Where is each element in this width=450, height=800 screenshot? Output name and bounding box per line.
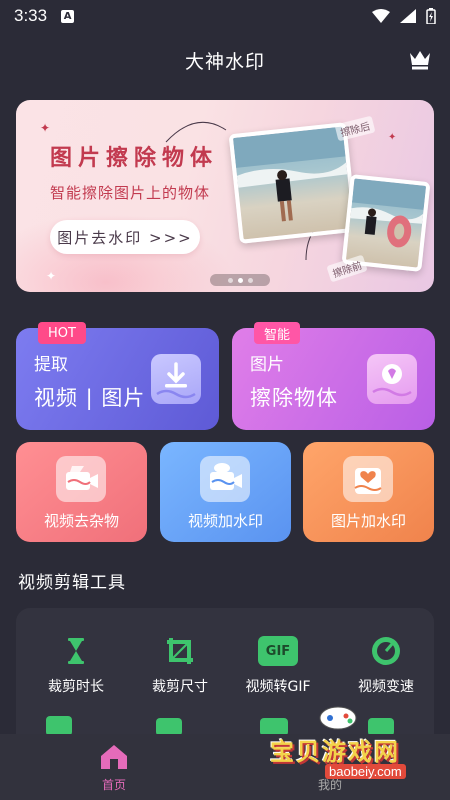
- tool-trim-duration[interactable]: 裁剪时长: [24, 636, 128, 696]
- section-title: 视频剪辑工具: [18, 573, 126, 593]
- watermark-url: baobeiy.com: [325, 764, 406, 779]
- carousel-dot[interactable]: [247, 277, 253, 283]
- notification-a-icon: A: [61, 9, 75, 23]
- carousel-dot[interactable]: [227, 277, 233, 283]
- heart-image-icon: [343, 456, 393, 502]
- speedometer-icon: [371, 636, 401, 666]
- video-remove-object-card[interactable]: 视频去杂物: [16, 442, 147, 542]
- wifi-icon: [372, 9, 390, 23]
- erase-object-card[interactable]: 智能 图片 擦除物体: [232, 322, 435, 430]
- hourglass-icon: [61, 636, 91, 666]
- page-title: 大神水印: [184, 50, 265, 73]
- download-icon: [151, 354, 201, 404]
- card-line1: 图片: [250, 355, 284, 375]
- tool-label: 裁剪尺寸: [152, 679, 208, 695]
- home-icon: [101, 745, 127, 769]
- app-header: 大神水印: [0, 40, 450, 80]
- tool-video-to-gif[interactable]: GIF 视频转GIF: [226, 636, 330, 696]
- tool-label: 裁剪时长: [48, 679, 104, 695]
- status-icons: [372, 8, 436, 24]
- smart-erase-icon: [367, 354, 417, 404]
- nav-home-label: 首页: [101, 778, 126, 792]
- vip-crown-icon[interactable]: [408, 48, 432, 70]
- promo-banner[interactable]: ✦ ✦ ✦ ✦ 图片擦除物体 智能擦除图片上的物体 图片去水印 >>> 擦除后 …: [16, 100, 434, 292]
- battery-icon: [426, 8, 436, 24]
- hot-badge: HOT: [38, 322, 86, 344]
- tool-label: 视频变速: [358, 679, 414, 695]
- tool-video-speed[interactable]: 视频变速: [334, 636, 438, 696]
- tool-label: 视频转GIF: [245, 679, 311, 695]
- remove-watermark-button[interactable]: 图片去水印 >>>: [50, 220, 200, 254]
- video-cloud-icon: [200, 456, 250, 502]
- crop-icon: [165, 636, 195, 666]
- watermark-text: 宝贝游戏网: [270, 738, 400, 766]
- beach-child-illustration: [232, 126, 348, 222]
- svg-text:✦: ✦: [388, 132, 396, 143]
- after-photo: [228, 122, 358, 244]
- status-time: 3:33: [14, 6, 48, 25]
- carousel-dot-active[interactable]: [237, 277, 243, 283]
- card-line2: 视频 | 图片: [34, 386, 146, 410]
- svg-text:✦: ✦: [40, 121, 50, 135]
- signal-icon: [400, 9, 416, 23]
- nav-home[interactable]: 首页: [94, 744, 134, 793]
- video-camera-icon: [56, 456, 106, 502]
- gif-icon: GIF: [258, 636, 298, 666]
- banner-subtitle: 智能擦除图片上的物体: [50, 184, 211, 202]
- extract-video-image-card[interactable]: HOT 提取 视频 | 图片: [16, 322, 219, 430]
- video-add-watermark-card[interactable]: 视频加水印: [160, 442, 291, 542]
- status-bar: 3:33 A: [0, 0, 450, 32]
- tool-crop-size[interactable]: 裁剪尺寸: [128, 636, 232, 696]
- banner-title: 图片擦除物体: [50, 146, 219, 171]
- smart-badge: 智能: [254, 322, 301, 344]
- svg-text:✦: ✦: [46, 269, 56, 283]
- card-label: 视频加水印: [187, 512, 263, 530]
- card-label: 图片加水印: [330, 512, 406, 530]
- image-add-watermark-card[interactable]: 图片加水印: [303, 442, 434, 542]
- card-line1: 提取: [34, 355, 68, 375]
- card-label: 视频去杂物: [43, 512, 119, 530]
- beach-child-float-illustration: [350, 178, 427, 248]
- book-icon[interactable]: [46, 716, 72, 736]
- card-line2: 擦除物体: [250, 386, 338, 410]
- carousel-indicator[interactable]: [210, 274, 270, 286]
